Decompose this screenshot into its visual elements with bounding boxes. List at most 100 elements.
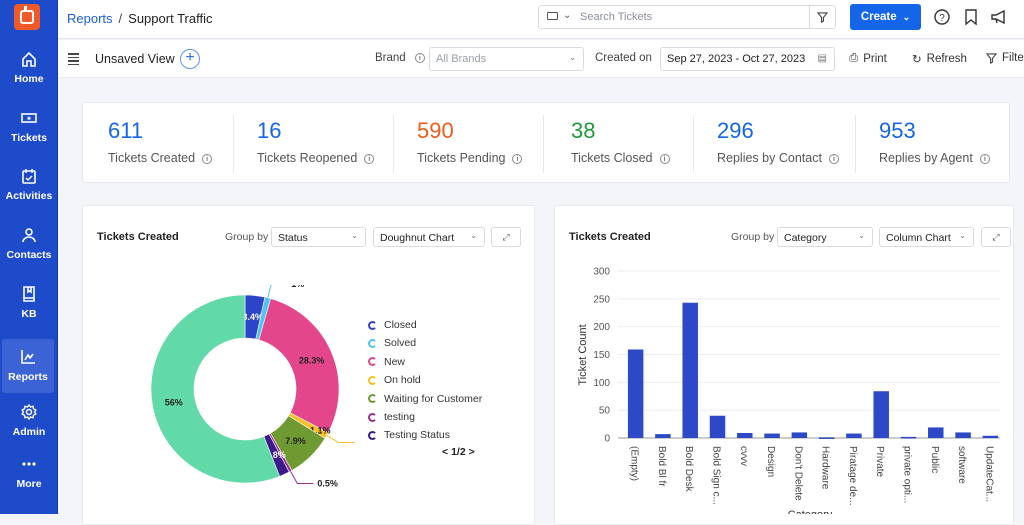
- search-input[interactable]: Search Tickets: [580, 11, 652, 23]
- donut-slice-new[interactable]: [258, 298, 340, 434]
- legend-label: Waiting for Customer: [384, 392, 483, 405]
- legend-item[interactable]: Closed: [368, 319, 417, 331]
- info-icon[interactable]: i: [828, 153, 839, 164]
- x-tick-label: Don't Delete: [792, 446, 803, 501]
- create-button[interactable]: Create ⌄: [850, 4, 921, 30]
- sidebar-item-reports[interactable]: Reports: [2, 339, 54, 393]
- legend-item[interactable]: Solved: [368, 337, 416, 349]
- sidebar-item-activities[interactable]: Activities: [0, 158, 58, 212]
- brand-select[interactable]: All Brands ⌄: [429, 47, 584, 71]
- search-filter-icon[interactable]: [809, 6, 835, 28]
- refresh-icon: ↻: [912, 54, 922, 66]
- doughnut-chart: 3.4%1%28.3%1.1%7.9%0.5%1.8%56%: [150, 285, 355, 488]
- group-by-select[interactable]: Category ⌄: [777, 227, 873, 247]
- bar[interactable]: [764, 433, 780, 438]
- announcement-icon[interactable]: [990, 8, 1008, 26]
- x-tick-label: Private: [874, 446, 885, 478]
- chevron-down-icon[interactable]: ⌄: [563, 10, 571, 21]
- legend-prev-button[interactable]: <: [442, 446, 448, 458]
- group-by-select[interactable]: Status ⌄: [271, 227, 366, 247]
- help-icon[interactable]: ?: [933, 8, 951, 26]
- y-tick-label: 100: [593, 378, 610, 389]
- expand-button[interactable]: ⤢: [981, 227, 1011, 247]
- group-by-value: Category: [784, 232, 827, 244]
- group-by-value: Status: [278, 232, 308, 244]
- legend-item[interactable]: testing: [368, 411, 415, 423]
- kpi-label-text: Tickets Closed: [571, 151, 653, 165]
- legend-next-button[interactable]: >: [469, 446, 475, 458]
- page-title: Support Traffic: [128, 11, 213, 26]
- chevron-down-icon: ⌄: [470, 231, 477, 240]
- legend-label: Solved: [384, 337, 417, 350]
- x-tick-label: Public: [929, 446, 940, 473]
- info-icon[interactable]: i: [512, 153, 523, 164]
- donut-leader-line: [290, 470, 314, 484]
- bar[interactable]: [737, 432, 753, 438]
- expand-icon: ⤢: [502, 231, 510, 242]
- legend-item[interactable]: On hold: [368, 374, 421, 386]
- ticket-type-icon[interactable]: [547, 12, 558, 20]
- app-logo[interactable]: [14, 4, 40, 30]
- sidebar-item-tickets[interactable]: Tickets: [0, 100, 58, 154]
- legend-item[interactable]: New: [368, 356, 405, 368]
- chart-type-select[interactable]: Doughnut Chart ⌄: [373, 227, 485, 247]
- bar[interactable]: [709, 415, 726, 438]
- kpi-label: Tickets Created i: [108, 151, 213, 165]
- donut-leader-line: [267, 285, 272, 298]
- legend-item[interactable]: Testing Status: [368, 429, 450, 441]
- menu-icon[interactable]: [68, 53, 79, 67]
- bar[interactable]: [982, 435, 999, 438]
- y-tick-label: 300: [593, 267, 610, 278]
- info-icon[interactable]: i: [364, 153, 375, 164]
- gear-icon: [21, 403, 37, 421]
- search-box[interactable]: ⌄ Search Tickets: [538, 5, 836, 29]
- sidebar-item-admin[interactable]: Admin: [0, 394, 58, 448]
- info-icon[interactable]: i: [979, 153, 990, 164]
- kpi-label-text: Tickets Reopened: [257, 151, 358, 165]
- chevron-down-icon: ⌄: [902, 11, 911, 22]
- y-tick-label: 0: [604, 434, 610, 445]
- x-tick-label: (Empty): [629, 446, 640, 481]
- print-button[interactable]: ⎙ Print: [849, 52, 887, 65]
- chart-type-select[interactable]: Column Chart ⌄: [879, 227, 974, 247]
- sidebar-item-contacts[interactable]: Contacts: [0, 217, 58, 271]
- legend-item[interactable]: Waiting for Customer: [368, 393, 482, 405]
- x-tick-label: Bold Sign c...: [711, 446, 722, 505]
- sidebar-item-kb[interactable]: KB: [0, 276, 58, 330]
- info-icon[interactable]: i: [659, 153, 670, 164]
- y-tick-label: 50: [599, 406, 611, 417]
- bar[interactable]: [955, 432, 971, 438]
- bookmark-icon[interactable]: [962, 8, 980, 26]
- svg-text:?: ?: [939, 13, 945, 24]
- legend-pager: < 1/2 >: [442, 446, 475, 458]
- legend-swatch-icon: [368, 357, 377, 367]
- info-icon[interactable]: i: [414, 52, 425, 63]
- print-label: Print: [863, 52, 887, 65]
- bar[interactable]: [682, 302, 698, 438]
- add-view-button[interactable]: +: [180, 49, 200, 69]
- sidebar-item-more[interactable]: More: [0, 446, 58, 500]
- sidebar-item-label: Activities: [5, 190, 53, 202]
- kpi-divider: [233, 115, 234, 173]
- filters-button[interactable]: Filters: [986, 52, 1024, 64]
- bar[interactable]: [900, 436, 917, 439]
- legend-swatch-icon: [368, 412, 377, 422]
- bar[interactable]: [627, 349, 644, 438]
- column-chart: 0 50 100 150 200 250 300 Ticket Count (Empty) Bol…: [577, 267, 1000, 514]
- x-axis-label: Category: [788, 509, 833, 514]
- bar[interactable]: [791, 432, 808, 438]
- bar[interactable]: [928, 427, 944, 438]
- breadcrumb-reports-link[interactable]: Reports: [67, 11, 113, 26]
- bar[interactable]: [818, 437, 835, 439]
- bar[interactable]: [846, 433, 862, 438]
- expand-button[interactable]: ⤢: [491, 227, 521, 247]
- donut-data-label: 0.5%: [317, 478, 338, 488]
- date-range-picker[interactable]: Sep 27, 2023 - Oct 27, 2023 ▤: [660, 47, 835, 71]
- kpi-value: 38: [571, 118, 596, 143]
- info-icon[interactable]: i: [202, 153, 213, 164]
- bar[interactable]: [873, 391, 889, 438]
- sidebar-item-home[interactable]: Home: [0, 41, 58, 95]
- refresh-button[interactable]: ↻ Refresh: [912, 52, 967, 66]
- bar[interactable]: [655, 434, 671, 438]
- kpi-value: 953: [879, 118, 916, 143]
